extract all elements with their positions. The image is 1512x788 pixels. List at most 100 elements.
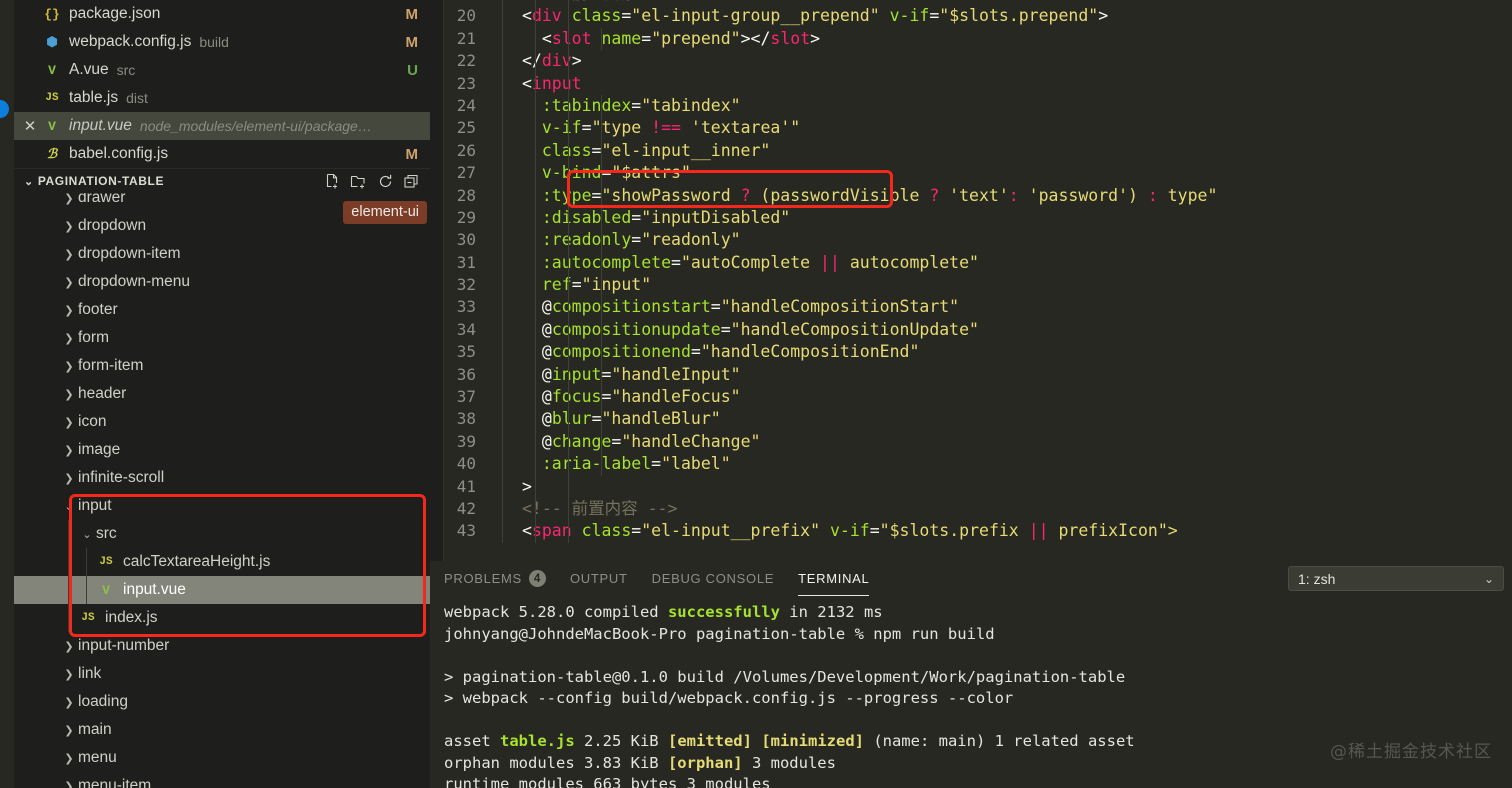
code-line[interactable]: 43 <span class="el-input__prefix" v-if="$… <box>444 520 1512 543</box>
tree-folder-item[interactable]: ❯ header <box>14 380 430 408</box>
code-token: class <box>541 140 592 160</box>
chevron-right-icon[interactable]: ❯ <box>60 416 78 429</box>
chevron-right-icon[interactable]: ❯ <box>60 220 78 233</box>
code-line[interactable]: 33 @compositionstart="handleCompositionS… <box>444 296 1512 319</box>
code-line[interactable]: 23 <input <box>444 72 1512 95</box>
tree-folder-item[interactable]: ❯ menu-item <box>14 772 430 788</box>
tree-folder-item[interactable]: ⌄ src <box>14 520 430 549</box>
open-editor-item[interactable]: ✕ℬbabel.config.jsM <box>14 140 430 168</box>
code-line[interactable]: 29 :disabled="inputDisabled" <box>444 206 1512 230</box>
tree-folder-item[interactable]: ❯ footer <box>14 296 430 324</box>
tree-file-item[interactable]: JS index.js <box>14 604 430 633</box>
tree-file-item[interactable]: Vinput.vue <box>14 576 430 605</box>
tree-folder-item[interactable]: ❯ icon <box>14 408 430 436</box>
close-icon[interactable]: ✕ <box>20 117 40 135</box>
collapse-folders-icon[interactable] <box>403 173 420 190</box>
tree-folder-item[interactable]: ❯ menu <box>14 744 430 772</box>
code-line[interactable]: 37 @focus="handleFocus" <box>444 386 1512 409</box>
breakpoint-gutter[interactable] <box>430 0 444 561</box>
code-line[interactable]: 21 <slot name="prepend"></slot> <box>444 27 1512 51</box>
code-line[interactable]: 24 :tabindex="tabindex" <box>444 94 1512 118</box>
code-line[interactable]: 27 v-bind="$attrs" <box>444 162 1512 185</box>
code-line[interactable]: 38 @blur="handleBlur" <box>444 408 1512 431</box>
code-token: > <box>1098 6 1109 26</box>
tree-folder-item[interactable]: ❯ main <box>14 716 430 744</box>
tree-item-label: loading <box>78 693 128 711</box>
code-editor[interactable]: 19<!-- 前置元素 -->20<div class="el-input-gr… <box>430 0 1512 561</box>
chevron-right-icon[interactable]: ❯ <box>60 276 78 289</box>
chevron-down-icon[interactable]: ⌄ <box>60 500 78 513</box>
chevron-right-icon[interactable]: ❯ <box>60 472 78 485</box>
chevron-right-icon[interactable]: ❯ <box>60 444 78 457</box>
new-file-icon[interactable] <box>324 173 341 190</box>
code-line[interactable]: 42 <!-- 前置内容 --> <box>444 497 1512 521</box>
tree-file-item[interactable]: JS calcTextareaHeight.js <box>14 548 430 577</box>
code-token: = <box>611 431 622 451</box>
open-editor-item[interactable]: ✕VA.vuesrcU <box>14 56 430 84</box>
chevron-down-icon[interactable]: ⌄ <box>24 175 34 188</box>
chevron-right-icon[interactable]: ❯ <box>60 388 78 401</box>
tree-folder-item[interactable]: ❯ link <box>14 660 430 688</box>
code-line[interactable]: 30 :readonly="readonly" <box>444 229 1512 252</box>
code-token: = <box>571 275 582 295</box>
open-editor-item[interactable]: ✕⬢webpack.config.jsbuildM <box>14 28 430 56</box>
chevron-right-icon[interactable]: ❯ <box>60 696 78 709</box>
explorer-section-header[interactable]: ⌄ PAGINATION-TABLE <box>14 168 430 194</box>
code-token: @ <box>541 342 552 362</box>
chevron-right-icon[interactable]: ❯ <box>60 193 78 205</box>
open-editor-item[interactable]: ✕ Vinput.vue node_modules/element-ui/packa… <box>14 112 430 140</box>
code-line[interactable]: 25 v-if="type !== 'textarea'" <box>444 117 1512 140</box>
code-line[interactable]: 39 @change="handleChange" <box>444 430 1512 454</box>
code-token: < <box>522 521 532 541</box>
code-line[interactable]: 34 @compositionupdate="handleComposition… <box>444 318 1512 342</box>
tree-folder-item[interactable]: ❯ image <box>14 436 430 464</box>
code-line[interactable]: 20 <div class="el-input-group__prepend" v… <box>444 5 1512 28</box>
code-line[interactable]: 22 </div> <box>444 50 1512 73</box>
open-editor-item[interactable]: ✕JStable.jsdist <box>14 84 430 112</box>
explorer-active-indicator-icon[interactable] <box>0 100 9 118</box>
tab-problems[interactable]: PROBLEMS 4 <box>444 561 546 596</box>
code-line[interactable]: 32 ref="input" <box>444 274 1512 297</box>
tree-folder-item[interactable]: ❯ dropdown-item <box>14 240 430 268</box>
tab-debug-console[interactable]: DEBUG CONSOLE <box>652 561 775 596</box>
tab-terminal[interactable]: TERMINAL <box>798 561 870 596</box>
chevron-right-icon[interactable]: ❯ <box>60 332 78 345</box>
code-line[interactable]: 31 :autocomplete="autoComplete || autoco… <box>444 251 1512 275</box>
code-line[interactable]: 28 :type="showPassword ? (passwordVisibl… <box>444 184 1512 207</box>
terminal-selector-dropdown[interactable]: 1: zsh ⌄ <box>1288 566 1504 591</box>
new-folder-icon[interactable] <box>350 173 368 190</box>
chevron-right-icon[interactable]: ❯ <box>60 668 78 681</box>
code-line[interactable]: 35 @compositionend="handleCompositionEnd… <box>444 341 1512 364</box>
chevron-right-icon[interactable]: ❯ <box>60 360 78 373</box>
line-number: 40 <box>456 454 476 474</box>
panel-tab-bar[interactable]: PROBLEMS 4 OUTPUT DEBUG CONSOLE TERMINAL 1: … <box>430 561 1512 596</box>
chevron-right-icon[interactable]: ❯ <box>60 304 78 317</box>
code-line[interactable]: 41 > <box>444 475 1512 498</box>
refresh-explorer-icon[interactable] <box>377 173 394 190</box>
open-editor-item[interactable]: ✕{}package.jsonM <box>14 0 430 28</box>
tree-folder-item[interactable]: ❯ input-number <box>14 632 430 660</box>
code-line[interactable]: 36 @input="handleInput" <box>444 363 1512 387</box>
file-tree[interactable]: ❯ drawer ❯ dropdown ❯ dropdown-item ❯ dropdown-… <box>14 193 430 788</box>
chevron-right-icon[interactable]: ❯ <box>60 248 78 261</box>
code-line[interactable]: 40 :aria-label="label" <box>444 453 1512 476</box>
chevron-right-icon[interactable]: ❯ <box>60 724 78 737</box>
vue-file-icon: V <box>48 62 56 78</box>
chevron-down-icon[interactable]: ⌄ <box>78 528 96 541</box>
tree-folder-item[interactable]: ❯ infinite-scroll <box>14 464 430 492</box>
code-token: < <box>522 28 552 48</box>
tree-folder-item[interactable]: ❯ form-item <box>14 352 430 380</box>
chevron-right-icon[interactable]: ❯ <box>60 640 78 653</box>
tree-item-label: form <box>78 329 109 347</box>
code-viewport[interactable]: 19<!-- 前置元素 -->20<div class="el-input-gr… <box>444 0 1512 561</box>
tree-folder-item[interactable]: ❯ dropdown-menu <box>14 268 430 296</box>
chevron-right-icon[interactable]: ❯ <box>60 752 78 765</box>
chevron-right-icon[interactable]: ❯ <box>60 780 78 788</box>
code-line[interactable]: 26 class="el-input__inner" <box>444 139 1512 163</box>
tree-folder-item[interactable]: ❯ form <box>14 324 430 352</box>
webpack-file-icon: ⬢ <box>46 34 58 50</box>
tree-folder-item[interactable]: ⌄ input <box>14 492 430 520</box>
tab-output[interactable]: OUTPUT <box>570 561 628 596</box>
code-token: : <box>1008 185 1019 205</box>
tree-folder-item[interactable]: ❯ loading <box>14 688 430 716</box>
